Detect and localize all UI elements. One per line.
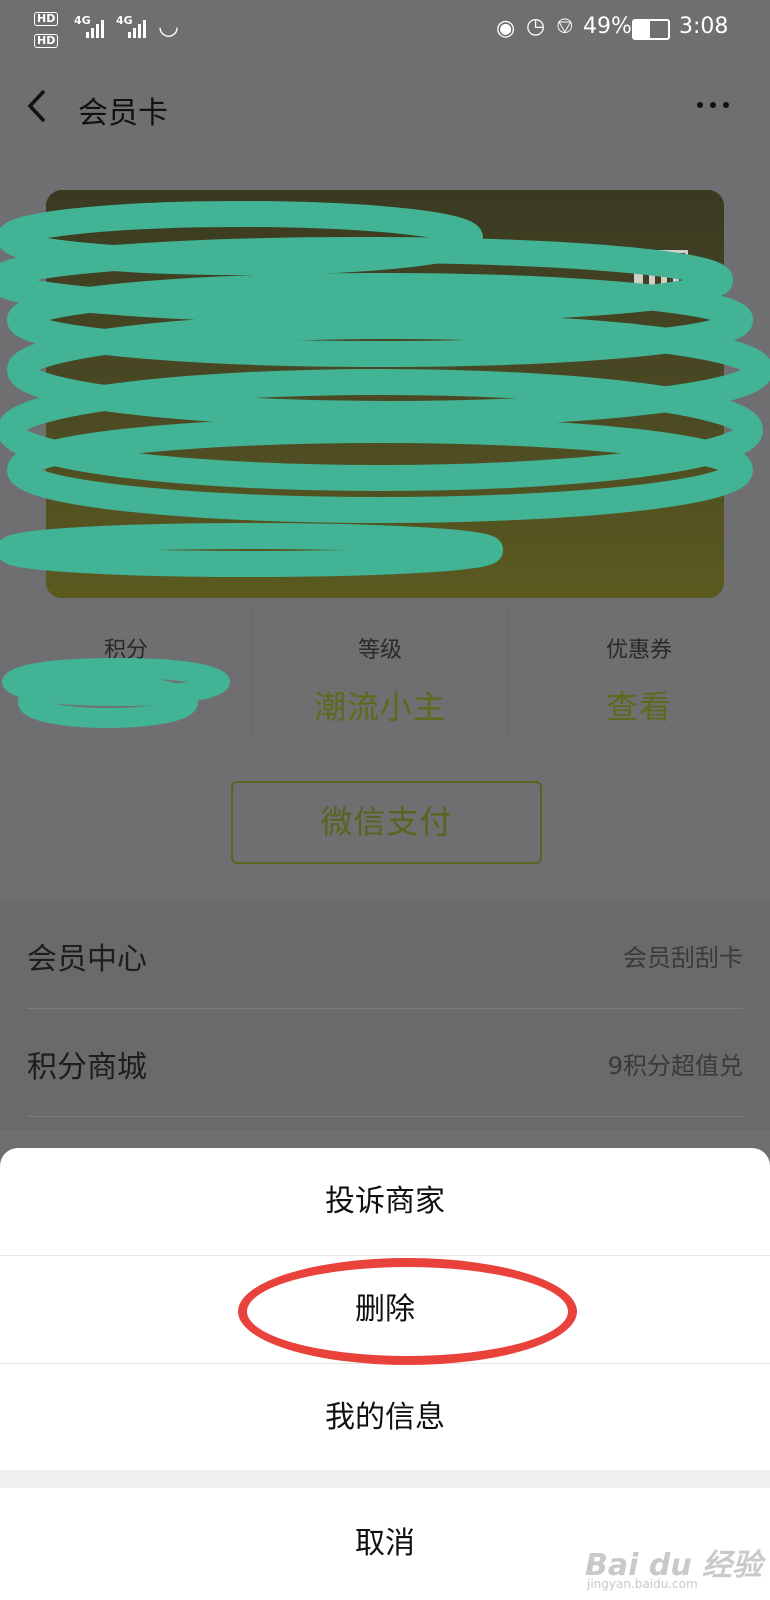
sheet-separator bbox=[0, 1470, 770, 1488]
signal-icon bbox=[86, 18, 104, 38]
back-arrow-icon[interactable] bbox=[26, 88, 48, 124]
coupon-view-link[interactable]: 查看 bbox=[508, 682, 770, 728]
level-stat[interactable]: 等级 潮流小主 bbox=[253, 608, 507, 738]
list-item[interactable]: 会员中心 会员刮刮卡 bbox=[27, 900, 743, 1009]
list-item[interactable]: 积分商城 9积分超值兑 bbox=[27, 1008, 743, 1117]
redaction-scribble bbox=[0, 201, 770, 577]
coupon-stat[interactable]: 优惠券 查看 bbox=[508, 608, 770, 738]
highlight-circle bbox=[238, 1258, 577, 1365]
battery-percent: 49% bbox=[583, 14, 632, 39]
level-label: 等级 bbox=[357, 638, 402, 663]
wechat-pay-button[interactable]: 微信支付 bbox=[231, 781, 542, 864]
more-options-icon[interactable] bbox=[697, 102, 729, 108]
redaction-scribble bbox=[2, 658, 230, 728]
row-subtitle: 会员刮刮卡 bbox=[623, 944, 743, 972]
my-info-option[interactable]: 我的信息 bbox=[0, 1364, 770, 1471]
row-title: 积分商城 bbox=[27, 1050, 147, 1085]
battery-icon bbox=[632, 19, 670, 40]
signal-icon bbox=[128, 18, 146, 38]
eye-icon: ◉ bbox=[496, 16, 516, 41]
row-subtitle: 9积分超值兑 bbox=[607, 1052, 743, 1080]
row-title: 会员中心 bbox=[27, 942, 147, 977]
level-value: 潮流小主 bbox=[313, 688, 446, 726]
page-title: 会员卡 bbox=[78, 96, 168, 131]
bell-off-icon: ⎊ bbox=[556, 14, 574, 39]
member-list: 会员中心 会员刮刮卡 积分商城 9积分超值兑 bbox=[0, 900, 770, 1130]
clock: 3:08 bbox=[679, 14, 729, 39]
hd-badge: HD bbox=[34, 34, 59, 48]
coupon-label: 优惠券 bbox=[605, 638, 672, 663]
report-merchant-option[interactable]: 投诉商家 bbox=[0, 1148, 770, 1255]
watermark-url: jingyan.baidu.com bbox=[587, 1577, 698, 1591]
hd-badge: HD bbox=[34, 12, 59, 26]
alarm-icon: ◷ bbox=[526, 14, 546, 39]
wifi-icon: ◡ bbox=[158, 12, 179, 40]
action-sheet: 投诉商家 删除 我的信息 取消 bbox=[0, 1148, 770, 1600]
status-bar: HD HD 4G 4G ◡ ◉ ◷ ⎊ 49% 3:08 bbox=[0, 0, 770, 62]
